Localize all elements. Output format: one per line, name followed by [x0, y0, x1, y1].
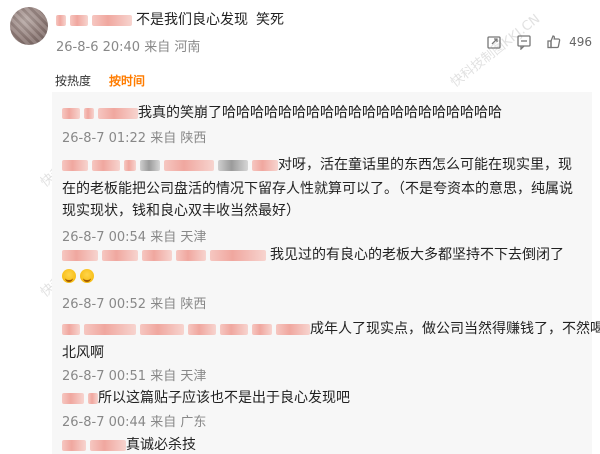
redacted-username [218, 159, 248, 171]
main-comment-body: 不是我们良心发现 [136, 12, 248, 28]
redacted-username [252, 159, 278, 171]
redacted-username [84, 323, 136, 335]
redacted-username [140, 159, 160, 171]
redacted-username [88, 392, 98, 404]
avatar[interactable] [10, 7, 48, 45]
reply-meta: 26-8-7 00:51 来自 天津 [62, 369, 207, 384]
redacted-username [92, 14, 132, 26]
reply-text: 我见过的有良心的老板大多都坚持不下去倒闭了 [62, 244, 564, 264]
reply-text: 对呀，活在童话里的东西怎么可能在现实里，现 [62, 154, 572, 174]
reply-meta: 26-8-7 00:54 来自 天津 [62, 230, 207, 245]
redacted-username [124, 159, 136, 171]
redacted-username [62, 249, 98, 261]
main-comment-meta: 26-8-6 20:40 来自 河南 [56, 40, 201, 55]
redacted-username [62, 107, 80, 119]
redacted-username [92, 159, 120, 171]
reply-emoji-row [62, 268, 98, 284]
redacted-username [102, 249, 138, 261]
redacted-username [56, 14, 66, 26]
like-count: 496 [569, 35, 592, 49]
redacted-username [164, 159, 214, 171]
reply-meta: 26-8-7 01:22 来自 陕西 [62, 131, 207, 146]
redacted-username [252, 323, 272, 335]
comment-actions: 496 [485, 33, 592, 51]
redacted-username [220, 323, 248, 335]
redacted-username [276, 323, 310, 335]
redacted-username [98, 107, 138, 119]
comment-icon[interactable] [515, 33, 533, 51]
redacted-username [62, 392, 84, 404]
redacted-username [62, 439, 86, 451]
redacted-username [70, 14, 88, 26]
main-comment-tail: 笑死 [256, 12, 284, 28]
reply-meta: 26-8-7 00:52 来自 陕西 [62, 297, 207, 312]
sort-by-hot[interactable]: 按热度 [55, 72, 91, 89]
reply-text: 所以这篇贴子应该也不是出于良心发现吧 [62, 387, 350, 407]
redacted-username [84, 107, 94, 119]
redacted-username [62, 323, 80, 335]
reply-text: 在的老板能把公司盘活的情况下留存人性就算可以了。（不是夸资本的意思，纯属说 [62, 181, 573, 197]
share-icon[interactable] [485, 33, 503, 51]
sort-bar: 按热度 按时间 [55, 72, 145, 89]
redacted-username [188, 323, 216, 335]
redacted-username [210, 249, 266, 261]
main-comment-text: 不是我们良心发现 笑死 [56, 9, 284, 29]
reply-text: 真诚必杀技 [62, 434, 196, 454]
reply-text: 北风啊 [62, 345, 104, 361]
redacted-username [140, 323, 184, 335]
reply-meta: 26-8-7 00:44 来自 广东 [62, 415, 207, 430]
reply-text: 现实现状，钱和良心双丰收当然最好） [62, 203, 300, 219]
redacted-username [90, 439, 126, 451]
like-icon[interactable] [545, 33, 563, 51]
redacted-username [142, 249, 172, 261]
reply-text: 成年人了现实点，做公司当然得赚钱了，不然喝西 [62, 318, 600, 338]
laugh-cry-emoji [80, 269, 94, 283]
reply-text: 我真的笑崩了哈哈哈哈哈哈哈哈哈哈哈哈哈哈哈哈哈哈哈哈 [62, 102, 502, 122]
redacted-username [176, 249, 206, 261]
sort-by-time[interactable]: 按时间 [109, 72, 145, 89]
laugh-cry-emoji [62, 269, 76, 283]
redacted-username [62, 159, 88, 171]
